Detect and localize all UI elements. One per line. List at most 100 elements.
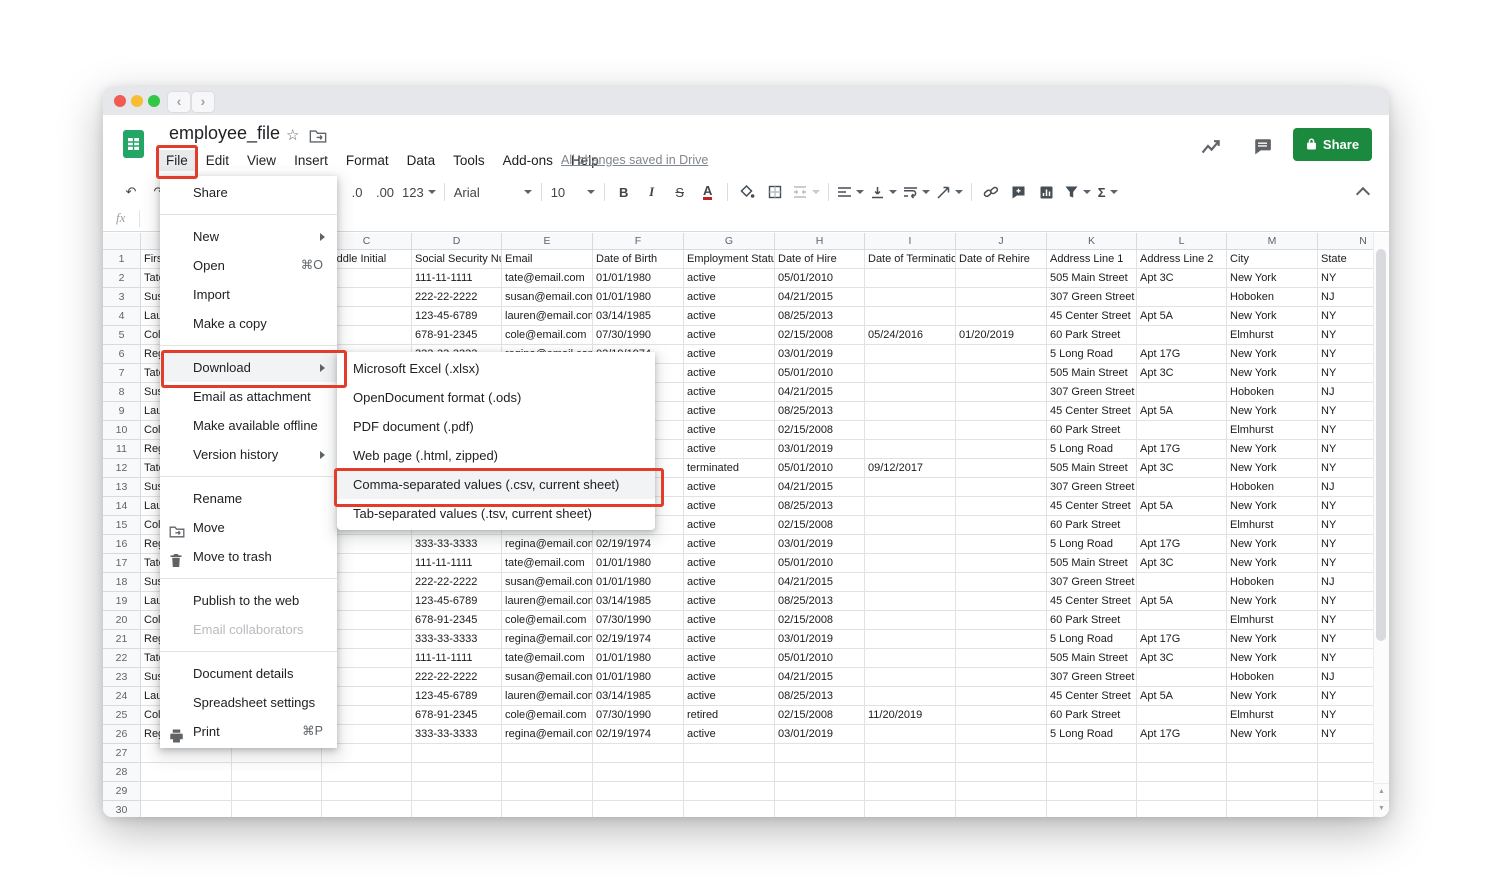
- cell-j5[interactable]: 01/20/2019: [956, 326, 1047, 345]
- cell-l20[interactable]: [1137, 611, 1227, 630]
- cell-n30[interactable]: [1318, 801, 1374, 817]
- row-header-15[interactable]: 15: [103, 516, 141, 535]
- cell-i16[interactable]: [865, 535, 956, 554]
- cell-n18[interactable]: NJ: [1318, 573, 1374, 592]
- cell-f21[interactable]: 02/19/1974: [593, 630, 684, 649]
- cell-g2[interactable]: active: [684, 269, 775, 288]
- undo-button[interactable]: ↶: [120, 181, 142, 203]
- cell-k13[interactable]: 307 Green Street: [1047, 478, 1137, 497]
- cell-m29[interactable]: [1227, 782, 1318, 801]
- cell-h28[interactable]: [775, 763, 865, 782]
- scroll-down-button[interactable]: ▼: [1374, 800, 1389, 817]
- cell-j7[interactable]: [956, 364, 1047, 383]
- cell-k18[interactable]: 307 Green Street: [1047, 573, 1137, 592]
- cell-m26[interactable]: New York: [1227, 725, 1318, 744]
- cell-g14[interactable]: active: [684, 497, 775, 516]
- cell-m3[interactable]: Hoboken: [1227, 288, 1318, 307]
- file-menu-item-make-a-copy[interactable]: Make a copy: [160, 309, 337, 338]
- cell-i28[interactable]: [865, 763, 956, 782]
- row-header-25[interactable]: 25: [103, 706, 141, 725]
- cell-d30[interactable]: [412, 801, 502, 817]
- cell-k30[interactable]: [1047, 801, 1137, 817]
- file-menu-item-publish-to-the-web[interactable]: Publish to the web: [160, 586, 337, 615]
- collapse-toolbar-icon[interactable]: [1352, 181, 1374, 203]
- cell-e25[interactable]: cole@email.com: [502, 706, 593, 725]
- horizontal-align-icon[interactable]: [837, 181, 864, 203]
- row-header-23[interactable]: 23: [103, 668, 141, 687]
- cell-d22[interactable]: 111-11-1111: [412, 649, 502, 668]
- row-header-10[interactable]: 10: [103, 421, 141, 440]
- cell-j22[interactable]: [956, 649, 1047, 668]
- cell-h15[interactable]: 02/15/2008: [775, 516, 865, 535]
- column-header-l[interactable]: L: [1137, 233, 1227, 250]
- row-header-29[interactable]: 29: [103, 782, 141, 801]
- cell-h26[interactable]: 03/01/2019: [775, 725, 865, 744]
- row-header-14[interactable]: 14: [103, 497, 141, 516]
- cell-n20[interactable]: NY: [1318, 611, 1374, 630]
- cell-m2[interactable]: New York: [1227, 269, 1318, 288]
- menubar-item-view[interactable]: View: [238, 150, 285, 171]
- download-submenu-item-pdf-document-pdf[interactable]: PDF document (.pdf): [337, 412, 655, 441]
- cell-d29[interactable]: [412, 782, 502, 801]
- cell-g30[interactable]: [684, 801, 775, 817]
- insert-link-icon[interactable]: [980, 181, 1002, 203]
- cell-d27[interactable]: [412, 744, 502, 763]
- comment-history-icon[interactable]: [1253, 138, 1272, 160]
- cell-l14[interactable]: Apt 5A: [1137, 497, 1227, 516]
- row-header-22[interactable]: 22: [103, 649, 141, 668]
- cell-f25[interactable]: 07/30/1990: [593, 706, 684, 725]
- cell-h24[interactable]: 08/25/2013: [775, 687, 865, 706]
- cell-h10[interactable]: 02/15/2008: [775, 421, 865, 440]
- cell-h9[interactable]: 08/25/2013: [775, 402, 865, 421]
- cell-n28[interactable]: [1318, 763, 1374, 782]
- cell-d20[interactable]: 678-91-2345: [412, 611, 502, 630]
- borders-icon[interactable]: [764, 181, 786, 203]
- cell-f20[interactable]: 07/30/1990: [593, 611, 684, 630]
- cell-j2[interactable]: [956, 269, 1047, 288]
- cell-m16[interactable]: New York: [1227, 535, 1318, 554]
- cell-n17[interactable]: NY: [1318, 554, 1374, 573]
- cell-m8[interactable]: Hoboken: [1227, 383, 1318, 402]
- cell-m19[interactable]: New York: [1227, 592, 1318, 611]
- cell-f1[interactable]: Date of Birth: [593, 250, 684, 269]
- functions-button[interactable]: Σ: [1097, 181, 1119, 203]
- column-header-h[interactable]: H: [775, 233, 865, 250]
- row-header-7[interactable]: 7: [103, 364, 141, 383]
- cell-g18[interactable]: active: [684, 573, 775, 592]
- cell-g8[interactable]: active: [684, 383, 775, 402]
- cell-f23[interactable]: 01/01/1980: [593, 668, 684, 687]
- cell-e22[interactable]: tate@email.com: [502, 649, 593, 668]
- cell-l19[interactable]: Apt 5A: [1137, 592, 1227, 611]
- cell-f19[interactable]: 03/14/1985: [593, 592, 684, 611]
- add-comment-icon[interactable]: [1008, 181, 1030, 203]
- cell-g5[interactable]: active: [684, 326, 775, 345]
- cell-j30[interactable]: [956, 801, 1047, 817]
- cell-g6[interactable]: active: [684, 345, 775, 364]
- cell-j14[interactable]: [956, 497, 1047, 516]
- share-button[interactable]: Share: [1293, 128, 1372, 161]
- cell-h17[interactable]: 05/01/2010: [775, 554, 865, 573]
- cell-k26[interactable]: 5 Long Road: [1047, 725, 1137, 744]
- cell-k9[interactable]: 45 Center Street: [1047, 402, 1137, 421]
- cell-f27[interactable]: [593, 744, 684, 763]
- cell-g25[interactable]: retired: [684, 706, 775, 725]
- cell-h13[interactable]: 04/21/2015: [775, 478, 865, 497]
- cell-l23[interactable]: [1137, 668, 1227, 687]
- file-menu-item-rename[interactable]: Rename: [160, 484, 337, 513]
- text-color-button[interactable]: A: [697, 181, 719, 203]
- cell-n22[interactable]: NY: [1318, 649, 1374, 668]
- cell-g3[interactable]: active: [684, 288, 775, 307]
- cell-g12[interactable]: terminated: [684, 459, 775, 478]
- cell-b29[interactable]: [232, 782, 322, 801]
- cell-l7[interactable]: Apt 3C: [1137, 364, 1227, 383]
- cell-i10[interactable]: [865, 421, 956, 440]
- cell-k7[interactable]: 505 Main Street: [1047, 364, 1137, 383]
- cell-l8[interactable]: [1137, 383, 1227, 402]
- row-header-30[interactable]: 30: [103, 801, 141, 817]
- cell-m11[interactable]: New York: [1227, 440, 1318, 459]
- cell-m13[interactable]: Hoboken: [1227, 478, 1318, 497]
- cell-j23[interactable]: [956, 668, 1047, 687]
- decrease-decimal-button[interactable]: .0: [346, 181, 368, 203]
- file-menu-item-import[interactable]: Import: [160, 280, 337, 309]
- document-title[interactable]: employee_file: [169, 123, 280, 144]
